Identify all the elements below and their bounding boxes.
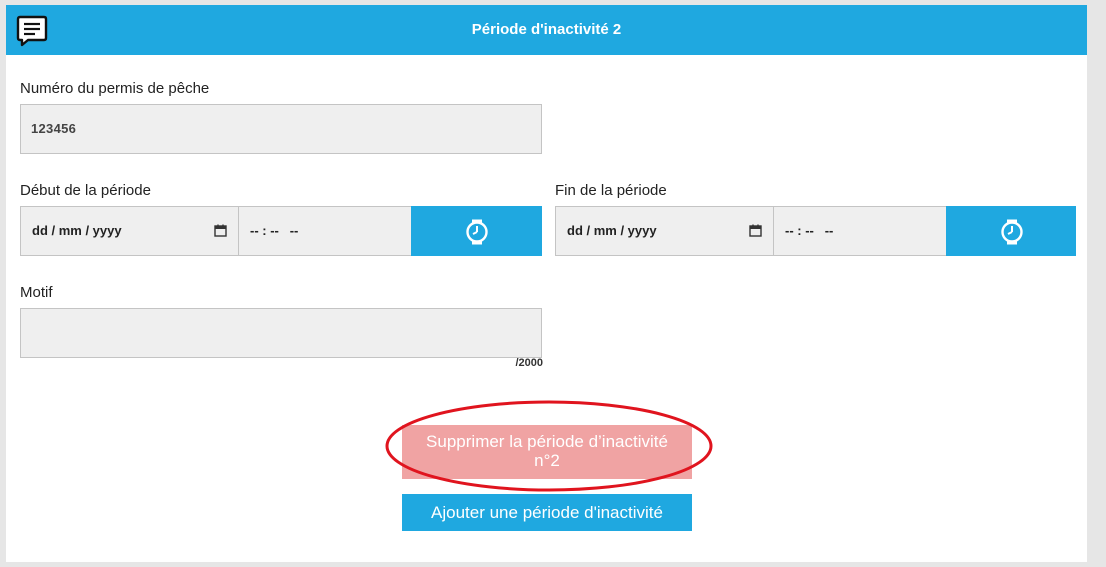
end-time-input[interactable]: -- : -- -- xyxy=(774,207,946,255)
add-period-button[interactable]: Ajouter une période d'inactivité xyxy=(402,494,692,531)
header-bar: Période d'inactivité 2 xyxy=(6,5,1087,55)
end-date-placeholder: dd / mm / yyyy xyxy=(567,223,657,238)
permit-number-field[interactable]: 123456 xyxy=(20,104,542,154)
start-period-label: Début de la période xyxy=(20,182,151,199)
delete-button-label-line2: n°2 xyxy=(534,451,560,470)
start-clock-button[interactable] xyxy=(411,206,542,256)
calendar-icon[interactable] xyxy=(214,224,227,237)
start-time-placeholder: -- : -- -- xyxy=(250,223,299,238)
end-datetime-group: dd / mm / yyyy -- : -- -- xyxy=(555,206,1076,256)
form-panel: Période d'inactivité 2 Numéro du permis … xyxy=(6,5,1087,562)
end-clock-button[interactable] xyxy=(946,206,1076,256)
start-datetime-group: dd / mm / yyyy -- : -- -- xyxy=(20,206,542,256)
page-title: Période d'inactivité 2 xyxy=(471,21,622,38)
permit-label: Numéro du permis de pêche xyxy=(20,80,210,97)
start-date-input[interactable]: dd / mm / yyyy xyxy=(21,207,239,255)
start-time-input[interactable]: -- : -- -- xyxy=(239,207,411,255)
delete-button-label-line1: Supprimer la période d’inactivité xyxy=(426,432,668,451)
character-counter: /2000 xyxy=(515,357,543,369)
permit-number-value: 123456 xyxy=(31,121,77,136)
end-date-input[interactable]: dd / mm / yyyy xyxy=(556,207,774,255)
calendar-icon[interactable] xyxy=(749,224,762,237)
motif-label: Motif xyxy=(20,284,53,301)
end-period-label: Fin de la période xyxy=(555,182,667,199)
clock-icon xyxy=(466,219,488,245)
motif-textarea[interactable] xyxy=(20,308,542,358)
delete-period-button[interactable]: Supprimer la période d’inactivité n°2 xyxy=(402,425,692,479)
clock-icon xyxy=(1001,219,1023,245)
start-date-placeholder: dd / mm / yyyy xyxy=(32,223,122,238)
end-time-placeholder: -- : -- -- xyxy=(785,223,834,238)
